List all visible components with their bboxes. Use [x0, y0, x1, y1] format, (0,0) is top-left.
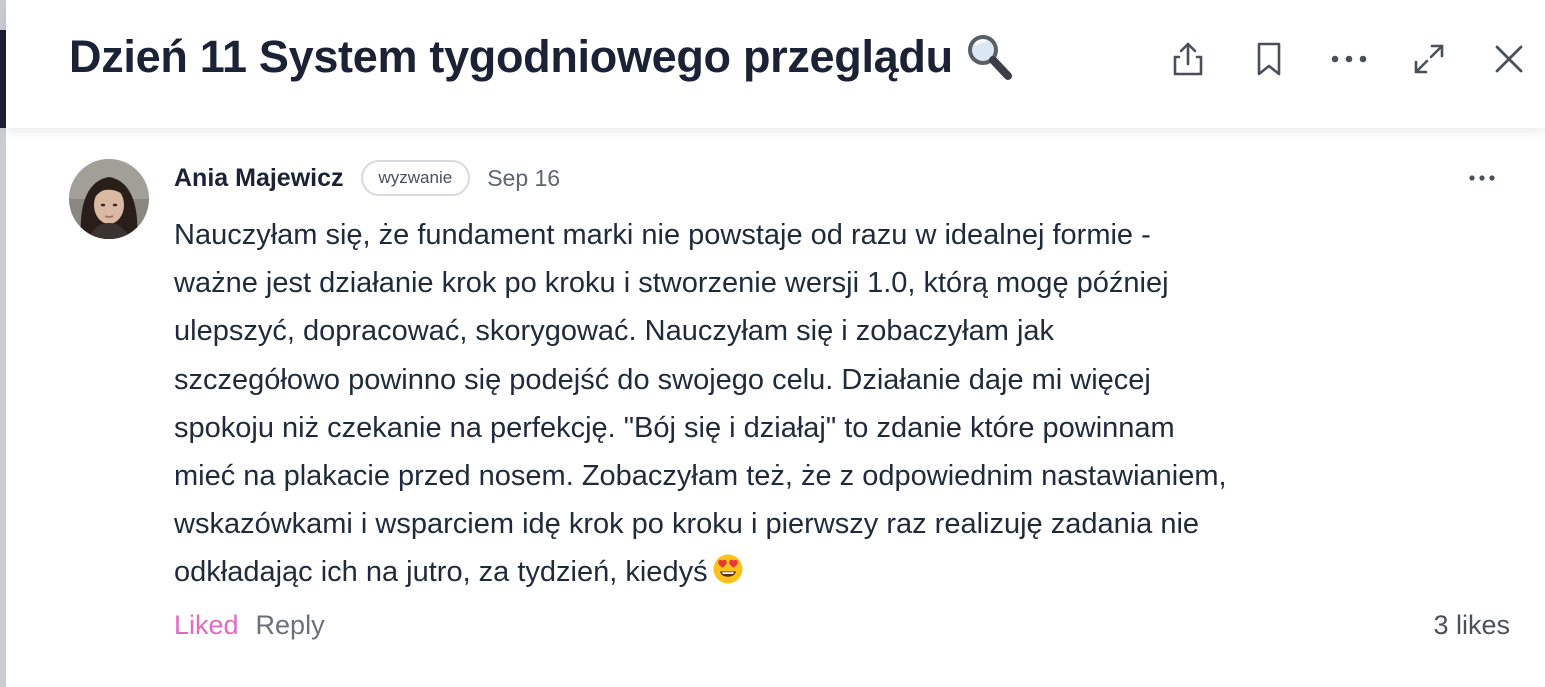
liked-button[interactable]: Liked	[174, 610, 239, 641]
heart-eyes-emoji-icon	[712, 552, 744, 600]
author-badge: wyzwanie	[360, 160, 471, 196]
page-title: Dzień 11 System tygodniowego przeglądu	[69, 31, 1013, 83]
expand-button[interactable]	[1408, 38, 1450, 80]
more-horizontal-icon	[1469, 175, 1495, 181]
post-header: Dzień 11 System tygodniowego przeglądu	[6, 0, 1545, 128]
reply-button[interactable]: Reply	[256, 610, 325, 641]
comment-text: Nauczyłam się, że fundament marki nie po…	[174, 219, 1227, 589]
comment-thread: Ania Majewicz wyzwanie Sep 16 Nauczyłam …	[6, 128, 1545, 687]
expand-icon	[1414, 44, 1444, 74]
more-options-button[interactable]	[1328, 38, 1370, 80]
close-icon	[1495, 45, 1523, 73]
comment-body: Nauczyłam się, że fundament marki nie po…	[174, 211, 1464, 601]
page-title-text: Dzień 11 System tygodniowego przeglądu	[69, 31, 953, 82]
avatar[interactable]	[69, 159, 149, 239]
comment-date[interactable]: Sep 16	[487, 165, 560, 192]
close-button[interactable]	[1488, 38, 1530, 80]
magnifying-glass-icon	[963, 32, 1013, 82]
comment-actions: Liked Reply	[174, 610, 325, 641]
more-horizontal-icon	[1331, 55, 1367, 63]
comment-meta: Ania Majewicz wyzwanie Sep 16	[174, 159, 560, 197]
likes-count[interactable]: 3 likes	[1433, 610, 1510, 641]
comment-more-button[interactable]	[1462, 164, 1502, 192]
author-name[interactable]: Ania Majewicz	[174, 164, 344, 193]
bookmark-icon	[1257, 42, 1281, 76]
share-icon	[1173, 42, 1203, 76]
share-button[interactable]	[1167, 38, 1209, 80]
bookmark-button[interactable]	[1248, 38, 1290, 80]
